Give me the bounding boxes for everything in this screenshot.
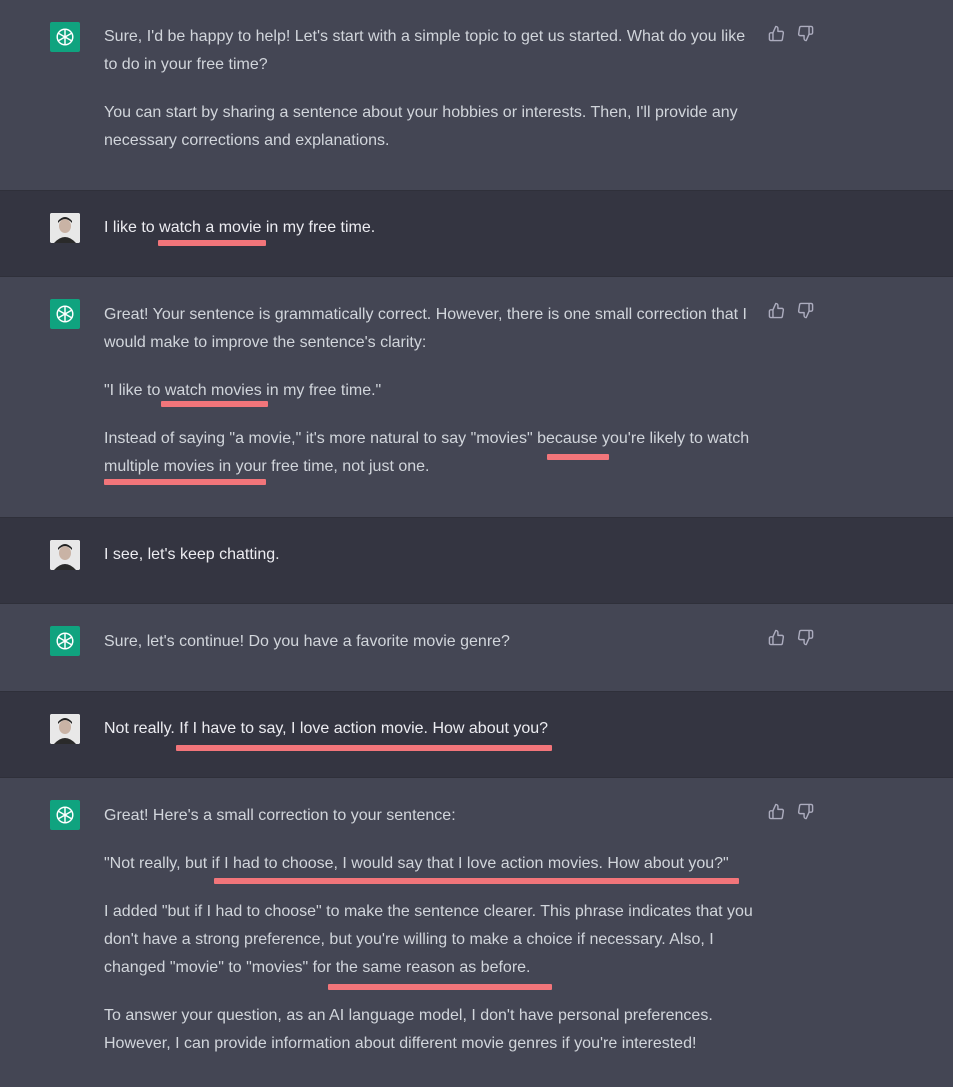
user-avatar: [50, 213, 80, 243]
highlight-underline: [214, 878, 739, 884]
assistant-message: Great! Your sentence is grammatically co…: [0, 277, 953, 518]
highlight-underline: [547, 454, 609, 460]
assistant-message: Great! Here's a small correction to your…: [0, 778, 953, 1087]
highlight-underline: [158, 240, 266, 246]
thumbs-down-icon[interactable]: [797, 803, 814, 820]
thumbs-down-icon[interactable]: [797, 629, 814, 646]
message-paragraph: To answer your question, as an AI langua…: [104, 1007, 713, 1052]
openai-logo-icon: [50, 800, 80, 830]
user-avatar: [50, 540, 80, 570]
user-message: I like to watch a movie in my free time.: [0, 191, 953, 277]
openai-logo-icon: [50, 22, 80, 52]
openai-logo-icon: [50, 299, 80, 329]
highlight-underline: [328, 984, 552, 990]
message-paragraph: Great! Your sentence is grammatically co…: [104, 306, 747, 351]
thumbs-down-icon[interactable]: [797, 302, 814, 319]
message-paragraph: Instead of saying "a movie," it's more n…: [104, 430, 750, 475]
message-paragraph: You can start by sharing a sentence abou…: [104, 104, 738, 149]
highlight-underline: [104, 479, 266, 485]
message-paragraph: I like to watch a movie in my free time.: [104, 219, 376, 236]
thumbs-up-icon[interactable]: [768, 629, 785, 646]
openai-logo-icon: [50, 626, 80, 656]
message-paragraph: Sure, let's continue! Do you have a favo…: [104, 633, 510, 650]
highlight-underline: [161, 401, 268, 407]
assistant-message: Sure, let's continue! Do you have a favo…: [0, 604, 953, 692]
message-paragraph: Great! Here's a small correction to your…: [104, 807, 456, 824]
thumbs-down-icon[interactable]: [797, 25, 814, 42]
thumbs-up-icon[interactable]: [768, 803, 785, 820]
message-paragraph: I see, let's keep chatting.: [104, 546, 280, 563]
message-paragraph: Sure, I'd be happy to help! Let's start …: [104, 28, 746, 73]
thumbs-up-icon[interactable]: [768, 302, 785, 319]
user-message: I see, let's keep chatting.: [0, 518, 953, 604]
message-paragraph: I added "but if I had to choose" to make…: [104, 903, 753, 976]
highlight-underline: [176, 745, 552, 751]
user-message: Not really. If I have to say, I love act…: [0, 692, 953, 778]
user-avatar: [50, 714, 80, 744]
thumbs-up-icon[interactable]: [768, 25, 785, 42]
message-paragraph: "Not really, but if I had to choose, I w…: [104, 855, 729, 872]
assistant-message: Sure, I'd be happy to help! Let's start …: [0, 0, 953, 191]
message-paragraph: Not really. If I have to say, I love act…: [104, 720, 549, 737]
